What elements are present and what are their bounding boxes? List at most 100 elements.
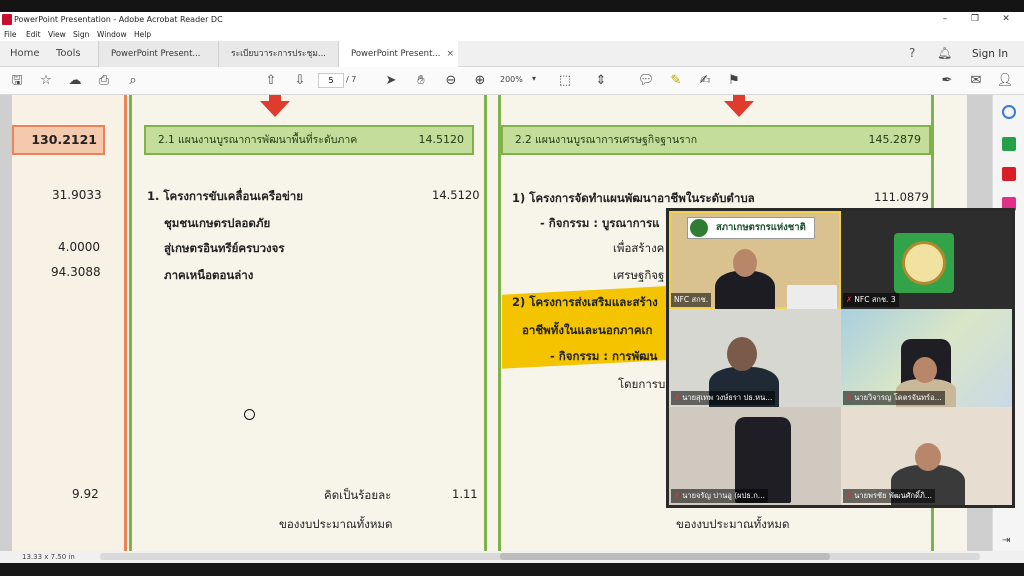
tab-home[interactable]: Home [10, 41, 40, 67]
search-zoom-icon[interactable]: ⌕ [124, 72, 142, 90]
participant-tile-4[interactable]: ✗ นายวิจารญ โคตรจันทร์อ... [841, 309, 1012, 407]
zoom-in-icon[interactable]: ⊕ [471, 72, 489, 90]
print-icon[interactable]: ⎙ [95, 72, 113, 90]
notifications-bell-icon[interactable]: 🔔︎ [937, 46, 952, 60]
participant-1-head [733, 249, 757, 277]
muted-mic-icon: ✗ [846, 393, 853, 402]
help-icon[interactable]: ? [909, 46, 915, 60]
collapse-panel-icon[interactable]: ⇥ [1002, 535, 1016, 549]
council-logo-icon [690, 219, 708, 237]
plan-21-column: 2.1 แผนงานบูรณาการพัฒนาพื้นที่ระดับภาค 1… [129, 95, 487, 551]
menu-file[interactable]: File [4, 30, 17, 39]
muted-mic-icon: ✗ [674, 393, 681, 402]
create-pdf-icon[interactable] [1002, 167, 1016, 181]
select-pointer-icon[interactable]: ➤ [382, 72, 400, 90]
plan-22-value: 145.2879 [868, 133, 922, 146]
close-window-button[interactable]: ✕ [999, 14, 1013, 24]
scroll-mode-icon[interactable]: ⇕ [592, 72, 610, 90]
export-pdf-icon[interactable] [1002, 137, 1016, 151]
mouse-cursor-circle [244, 409, 255, 420]
window-titlebar: PowerPoint Presentation - Adobe Acrobat … [0, 12, 1024, 28]
draw-pen-icon[interactable]: ✍︎ [696, 72, 714, 90]
plan-21-percent-label: คิดเป็นร้อยละ [324, 488, 392, 502]
tab-tools[interactable]: Tools [56, 41, 81, 67]
horizontal-scrollbar[interactable] [100, 553, 980, 560]
plan-22-item-2-line-2: อาชีพทั้งในและนอกภาคเก [522, 323, 653, 337]
plan-22-title: 2.2 แผนงานบูรณาการเศรษฐกิจฐานราก [515, 134, 698, 146]
stamp-icon[interactable]: ⚑ [725, 72, 743, 90]
maximize-button[interactable]: ❐ [968, 14, 982, 24]
plan-21-percent-value: 1.11 [452, 487, 478, 501]
participant-tile-1[interactable]: สภาเกษตรกรแห่งชาติ NFC สกช. [669, 211, 841, 309]
screen: PowerPoint Presentation - Adobe Acrobat … [0, 0, 1024, 576]
zoom-out-icon[interactable]: ⊖ [442, 72, 460, 90]
left-value-3: 94.3088 [51, 265, 101, 279]
plan-21-budget-label: ของงบประมาณทั้งหมด [279, 517, 393, 531]
hand-tool-icon[interactable]: ✋︎ [412, 72, 430, 90]
menu-window[interactable]: Window [97, 30, 127, 39]
plan-22-header: 2.2 แผนงานบูรณาการเศรษฐกิจฐานราก 145.287… [501, 125, 931, 155]
laptop-icon [787, 285, 837, 309]
fit-page-icon[interactable]: ⬚ [556, 72, 574, 90]
highlighter-icon[interactable]: ✎ [667, 72, 685, 90]
email-icon[interactable]: ✉ [967, 72, 985, 90]
participant-3-name: นายสุเทพ วงษ์ธรา ปธ.หน... [682, 393, 773, 402]
plan-22-activity-1-line-2: เพื่อสร้างค [613, 241, 665, 255]
plan-21-project-line-3: ภาคเหนือตอนล่าง [164, 268, 254, 282]
participant-6-label: ✗ นายพรชัย พัฒนศักดิ์ภิ... [843, 489, 935, 503]
zoom-dropdown-caret-icon[interactable]: ▾ [532, 74, 536, 83]
budget-column-left: 130.2121 31.9033 4.0000 94.3088 9.92 [12, 95, 127, 551]
top-black-bar [0, 0, 1024, 12]
plan-21-project-title: 1. โครงการขับเคลื่อนเครือข่าย [147, 189, 303, 203]
tab-document-2-label: ระเบียบวาระการประชุม... [231, 49, 326, 59]
minimize-button[interactable]: – [938, 14, 952, 24]
agency-logo-icon [894, 233, 954, 293]
menu-sign[interactable]: Sign [73, 30, 89, 39]
agency-seal-icon [902, 241, 946, 285]
participant-tile-2[interactable]: ✗ NFC สกช. 3 [841, 211, 1012, 309]
next-page-icon[interactable]: ⇩ [291, 72, 309, 90]
tab-document-3-label: PowerPoint Present... [351, 49, 441, 59]
bookmark-star-icon[interactable]: ☆ [37, 72, 55, 90]
menu-edit[interactable]: Edit [26, 30, 41, 39]
plan-21-title: 2.1 แผนงานบูรณาการพัฒนาพื้นที่ระดับภาค [158, 134, 358, 146]
fill-sign-icon[interactable]: ✒ [938, 72, 956, 90]
add-user-icon[interactable]: 👤︎ [996, 72, 1014, 90]
participant-5-label: ✗ นายจรัญ ปานอู (ผปธ.ก... [671, 489, 768, 503]
tab-document-2[interactable]: ระเบียบวาระการประชุม... [218, 41, 338, 67]
plan-22-activity-1: - กิจกรรม : บูรณาการแ [540, 216, 660, 230]
menu-view[interactable]: View [48, 30, 66, 39]
left-header-value: 130.2121 [12, 125, 105, 155]
participant-5-name: นายจรัญ ปานอู (ผปธ.ก... [682, 491, 765, 500]
close-tab-icon[interactable]: × [446, 41, 454, 67]
plan-21-project-value: 14.5120 [432, 188, 480, 202]
tab-document-1-label: PowerPoint Present... [111, 49, 201, 59]
left-value-2: 4.0000 [58, 240, 100, 254]
participant-tile-6[interactable]: ✗ นายพรชัย พัฒนศักดิ์ภิ... [841, 407, 1012, 505]
video-meeting-panel[interactable]: สภาเกษตรกรแห่งชาติ NFC สกช. ✗ NFC สกช. 3 … [666, 208, 1015, 508]
menu-help[interactable]: Help [134, 30, 151, 39]
plan-22-item-1: 1) โครงการจัดทำแผนพัฒนาอาชีพในระดับตำบล [512, 191, 755, 205]
plan-22-budget-label: ของงบประมาณทั้งหมด [676, 517, 790, 531]
search-tool-icon[interactable] [1002, 105, 1016, 119]
page-total: / 7 [346, 75, 357, 84]
participant-tile-5[interactable]: ✗ นายจรัญ ปานอู (ผปธ.ก... [669, 407, 841, 505]
comment-icon[interactable]: 💬︎ [637, 72, 655, 90]
menu-bar: File Edit View Sign Window Help [0, 28, 1024, 41]
tab-document-3[interactable]: PowerPoint Present... × [338, 41, 458, 67]
save-icon[interactable]: 🖫︎ [8, 72, 26, 90]
tab-document-1[interactable]: PowerPoint Present... [98, 41, 218, 67]
participant-3-head [727, 337, 757, 371]
plan-22-activity-2-line-2: โดยการบ [618, 377, 666, 391]
previous-page-icon[interactable]: ⇧ [262, 72, 280, 90]
page-number-input[interactable]: 5 [318, 73, 344, 88]
plan-21-header: 2.1 แผนงานบูรณาการพัฒนาพื้นที่ระดับภาค 1… [144, 125, 474, 155]
sign-in-button[interactable]: Sign In [972, 48, 1008, 60]
zoom-level[interactable]: 200% [500, 75, 523, 84]
participant-3-label: ✗ นายสุเทพ วงษ์ธรา ปธ.หน... [671, 391, 776, 405]
participant-tile-3[interactable]: ✗ นายสุเทพ วงษ์ธรา ปธ.หน... [669, 309, 841, 407]
horizontal-scrollbar-thumb[interactable] [500, 553, 830, 560]
tab-bar: Home Tools PowerPoint Present... ระเบียบ… [0, 41, 1024, 67]
upload-cloud-icon[interactable]: ☁ [66, 72, 84, 90]
left-value-1: 31.9033 [52, 188, 102, 202]
